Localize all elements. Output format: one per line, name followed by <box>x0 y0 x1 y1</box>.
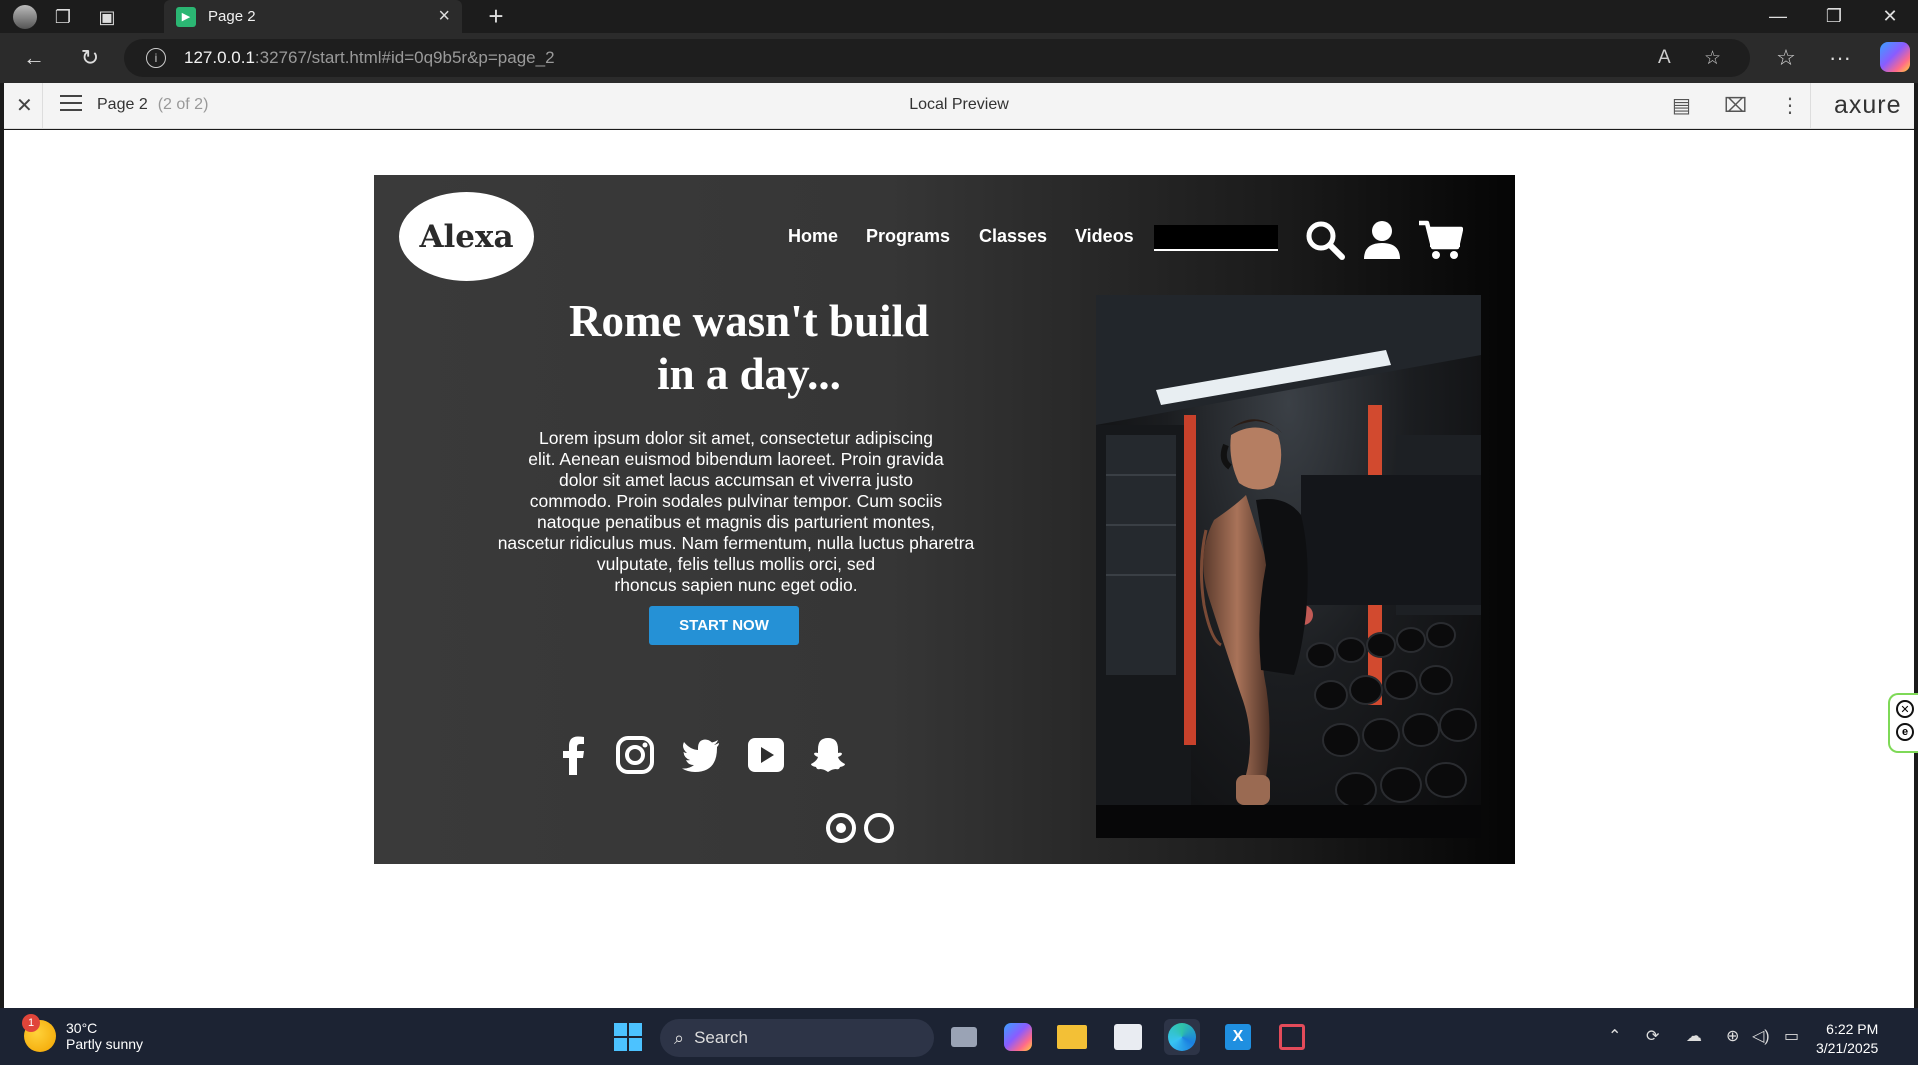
youtube-icon[interactable] <box>746 735 786 775</box>
headline-line-1: Rome wasn't build <box>568 296 930 346</box>
weather-widget[interactable]: 1 30°C Partly sunny <box>22 1014 144 1052</box>
paragraph-line: vulputate, felis tellus mollis orci, sed <box>596 554 876 574</box>
instagram-icon[interactable] <box>615 735 655 775</box>
nav-classes[interactable]: Classes <box>979 226 1047 247</box>
nav-videos[interactable]: Videos <box>1075 226 1134 247</box>
volume-icon[interactable]: ◁) <box>1752 1026 1770 1046</box>
close-sidebar-icon[interactable]: ✕ <box>16 93 33 118</box>
browser-tab-strip: ❐ ▣ ▶ Page 2 × + — ❐ ✕ <box>0 0 1918 33</box>
gym-athlete-photo <box>1096 295 1481 838</box>
search-placeholder: Search <box>694 1028 748 1047</box>
weather-condition: Partly sunny <box>66 1036 144 1052</box>
axure-logo: axure <box>1834 91 1902 119</box>
page-count: (2 of 2) <box>157 96 209 113</box>
read-aloud-icon[interactable]: A <box>1658 47 1671 69</box>
hero-paragraph: Lorem ipsum dolor sit amet, consectetur … <box>486 428 986 596</box>
site-info-icon[interactable]: i <box>146 48 166 68</box>
tab-title: Page 2 <box>208 8 256 25</box>
browser-toolbar: ← ↻ i 127.0.0.1:32767/start.html#id=0q9b… <box>0 33 1918 83</box>
cart-icon[interactable] <box>1417 219 1463 261</box>
favorite-star-icon[interactable]: ☆ <box>1704 47 1721 70</box>
sync-icon[interactable]: ⟳ <box>1646 1026 1659 1046</box>
hero-headline: Rome wasn't build in a day... <box>524 295 974 401</box>
search-icon: ⌕ <box>674 1027 685 1048</box>
site-logo[interactable]: Alexa <box>399 192 534 281</box>
refresh-button[interactable]: ↻ <box>72 42 108 74</box>
paragraph-line: Lorem ipsum dolor sit amet, consectetur … <box>539 428 933 448</box>
clock-time: 6:22 PM <box>1826 1021 1879 1037</box>
close-widget-icon[interactable]: ✕ <box>1896 700 1914 718</box>
network-icon[interactable]: ⊕ <box>1726 1026 1739 1046</box>
paragraph-line: rhoncus sapien nunc eget odio. <box>614 575 858 595</box>
page-name: Page 2 <box>97 96 148 113</box>
twitter-icon[interactable] <box>681 735 721 775</box>
snapchat-icon[interactable] <box>808 735 848 775</box>
start-windows-icon[interactable] <box>610 1019 646 1055</box>
favorites-icon[interactable]: ☆ <box>1768 42 1804 74</box>
axure-toolbar: ✕ Page 2 (2 of 2) Local Preview ▤ ⌧ ⋮ axu… <box>4 83 1914 129</box>
show-hidden-icons-chevron-icon[interactable]: ⌃ <box>1608 1026 1621 1046</box>
profile-avatar-icon[interactable] <box>10 2 40 32</box>
axure-favicon-icon: ▶ <box>176 6 196 27</box>
onedrive-icon[interactable]: ☁ <box>1686 1026 1702 1046</box>
tab-close-icon[interactable]: × <box>438 5 450 28</box>
hero-section: Alexa Home Programs Classes Videos Rome … <box>374 175 1515 864</box>
more-menu-icon[interactable]: ··· <box>1822 42 1858 74</box>
divider <box>42 83 43 129</box>
search-input[interactable] <box>1154 225 1278 251</box>
notification-badge: 1 <box>22 1014 40 1032</box>
paragraph-line: elit. Aenean euismod bibendum laoreet. P… <box>528 449 944 469</box>
pages-menu-icon[interactable] <box>60 95 82 113</box>
minimize-button[interactable]: — <box>1750 0 1806 33</box>
file-explorer-icon[interactable] <box>1054 1019 1090 1055</box>
paragraph-line: nascetur ridiculus mus. Nam fermentum, n… <box>497 533 975 553</box>
restore-button[interactable]: ❐ <box>1806 0 1862 33</box>
workspaces-icon[interactable]: ❐ <box>48 2 78 32</box>
copilot-icon[interactable] <box>1880 42 1910 72</box>
user-icon[interactable] <box>1362 219 1402 261</box>
url-host: 127.0.0.1 <box>184 48 255 67</box>
carousel-dot-1[interactable] <box>826 813 856 843</box>
headline-line-2: in a day... <box>657 349 841 399</box>
new-tab-button[interactable]: + <box>478 0 514 33</box>
search-icon[interactable] <box>1304 219 1346 261</box>
tab-page-2[interactable]: ▶ Page 2 × <box>164 0 462 33</box>
facebook-icon[interactable] <box>554 735 594 775</box>
windows-taskbar: 1 30°C Partly sunny ⌕ Search X ⌃ ⟳ ☁ ⊕ ◁… <box>0 1008 1918 1065</box>
system-clock[interactable]: 6:22 PM 3/21/2025 <box>1816 1020 1878 1058</box>
clock-date: 3/21/2025 <box>1816 1040 1879 1056</box>
back-button[interactable]: ← <box>16 42 52 74</box>
battery-icon[interactable]: ▭ <box>1784 1026 1799 1046</box>
edge-browser-icon[interactable] <box>1164 1019 1200 1055</box>
inspect-icon[interactable]: ⌧ <box>1724 93 1747 118</box>
snipping-tool-icon[interactable] <box>1274 1019 1310 1055</box>
excel-icon[interactable]: X <box>1220 1019 1256 1055</box>
weather-sun-icon: 1 <box>22 1014 56 1052</box>
vertical-tabs-icon[interactable]: ▣ <box>92 2 122 32</box>
store-icon[interactable] <box>1110 1019 1146 1055</box>
edge-widget-icon[interactable]: e <box>1896 723 1914 741</box>
floating-widget[interactable]: ✕ e <box>1888 693 1918 753</box>
taskbar-search[interactable]: ⌕ Search <box>660 1019 934 1057</box>
nav-home[interactable]: Home <box>788 226 838 247</box>
notes-icon[interactable]: ▤ <box>1672 93 1691 118</box>
paragraph-line: dolor sit amet lacus accumsan et viverra… <box>558 470 914 490</box>
url-path: :32767/start.html#id=0q9b5r&p=page_2 <box>254 48 555 67</box>
divider <box>1810 83 1811 129</box>
carousel-dot-2[interactable] <box>864 813 894 843</box>
page-indicator[interactable]: Page 2 (2 of 2) <box>97 96 208 114</box>
paragraph-line: commodo. Proin sodales pulvinar tempor. … <box>529 491 943 511</box>
start-now-button[interactable]: START NOW <box>649 606 799 645</box>
task-view-icon[interactable] <box>946 1019 982 1055</box>
nav-programs[interactable]: Programs <box>866 226 950 247</box>
preview-title: Local Preview <box>909 96 1009 113</box>
copilot-app-icon[interactable] <box>1000 1019 1036 1055</box>
window-close-button[interactable]: ✕ <box>1862 0 1918 33</box>
temperature: 30°C <box>66 1020 98 1036</box>
address-bar[interactable]: i 127.0.0.1:32767/start.html#id=0q9b5r&p… <box>124 39 1750 77</box>
paragraph-line: natoque penatibus et magnis dis parturie… <box>537 512 935 532</box>
more-options-icon[interactable]: ⋮ <box>1780 93 1800 118</box>
